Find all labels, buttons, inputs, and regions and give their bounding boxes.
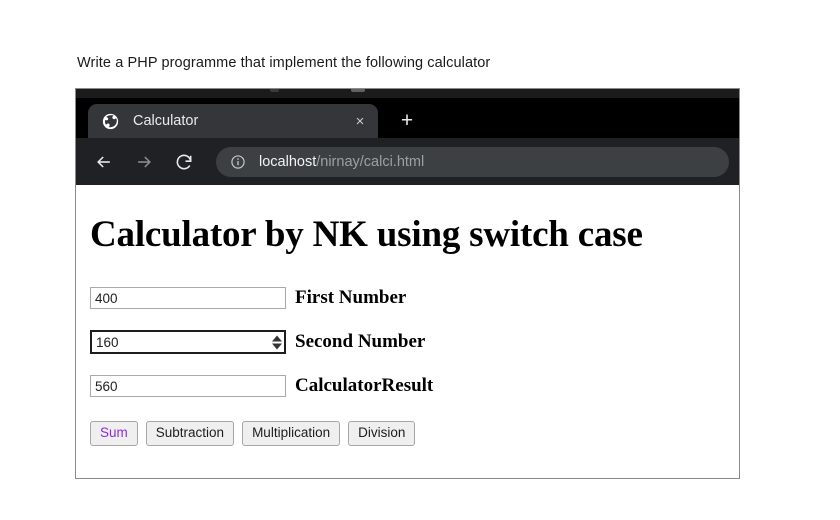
back-arrow-icon[interactable] bbox=[90, 148, 118, 176]
stepper-up-icon[interactable] bbox=[271, 335, 282, 341]
globe-icon bbox=[102, 113, 119, 129]
second-number-wrapper bbox=[90, 330, 286, 354]
first-number-label: First Number bbox=[295, 287, 407, 308]
reload-icon[interactable] bbox=[170, 148, 198, 176]
browser-toolbar: localhost/nirnay/calci.html bbox=[76, 138, 739, 185]
forward-arrow-icon[interactable] bbox=[130, 148, 158, 176]
calculator-result-label: CalculatorResult bbox=[295, 375, 434, 396]
first-number-input[interactable] bbox=[90, 287, 286, 309]
url-text: localhost/nirnay/calci.html bbox=[259, 154, 424, 170]
second-number-label: Second Number bbox=[295, 331, 426, 352]
tab-title: Calculator bbox=[133, 113, 199, 129]
sum-button[interactable]: Sum bbox=[90, 421, 138, 446]
number-stepper[interactable] bbox=[271, 334, 282, 351]
close-icon[interactable]: × bbox=[348, 109, 372, 133]
subtraction-button[interactable]: Subtraction bbox=[145, 421, 235, 446]
calculator-result-input[interactable] bbox=[90, 375, 286, 397]
browser-window: Calculator × + localhost/nirnay/calci.ht… bbox=[75, 88, 740, 479]
field-row-calculator-result: CalculatorResult bbox=[90, 375, 739, 397]
window-sliver-artifact bbox=[270, 89, 279, 92]
multiplication-button[interactable]: Multiplication bbox=[242, 421, 341, 446]
operation-button-row: Sum Subtraction Multiplication Division bbox=[90, 421, 739, 446]
second-number-input[interactable] bbox=[90, 330, 286, 354]
address-bar[interactable]: localhost/nirnay/calci.html bbox=[216, 146, 729, 177]
url-path: /nirnay/calci.html bbox=[316, 153, 425, 170]
info-icon[interactable] bbox=[230, 154, 246, 170]
tab-strip: Calculator × + bbox=[76, 98, 739, 138]
division-button[interactable]: Division bbox=[348, 421, 416, 446]
page-viewport: Calculator by NK using switch case First… bbox=[76, 213, 739, 478]
field-row-first-number: First Number bbox=[90, 287, 739, 309]
new-tab-button[interactable]: + bbox=[390, 103, 424, 137]
page-title: Calculator by NK using switch case bbox=[90, 214, 643, 255]
tab-calculator[interactable]: Calculator × bbox=[88, 104, 378, 138]
window-top-sliver bbox=[76, 89, 739, 98]
stepper-down-icon[interactable] bbox=[271, 343, 282, 349]
field-row-second-number: Second Number bbox=[90, 330, 739, 354]
exercise-prompt: Write a PHP programme that implement the… bbox=[77, 55, 491, 71]
url-host: localhost bbox=[259, 153, 317, 170]
window-sliver-artifact bbox=[351, 89, 365, 92]
